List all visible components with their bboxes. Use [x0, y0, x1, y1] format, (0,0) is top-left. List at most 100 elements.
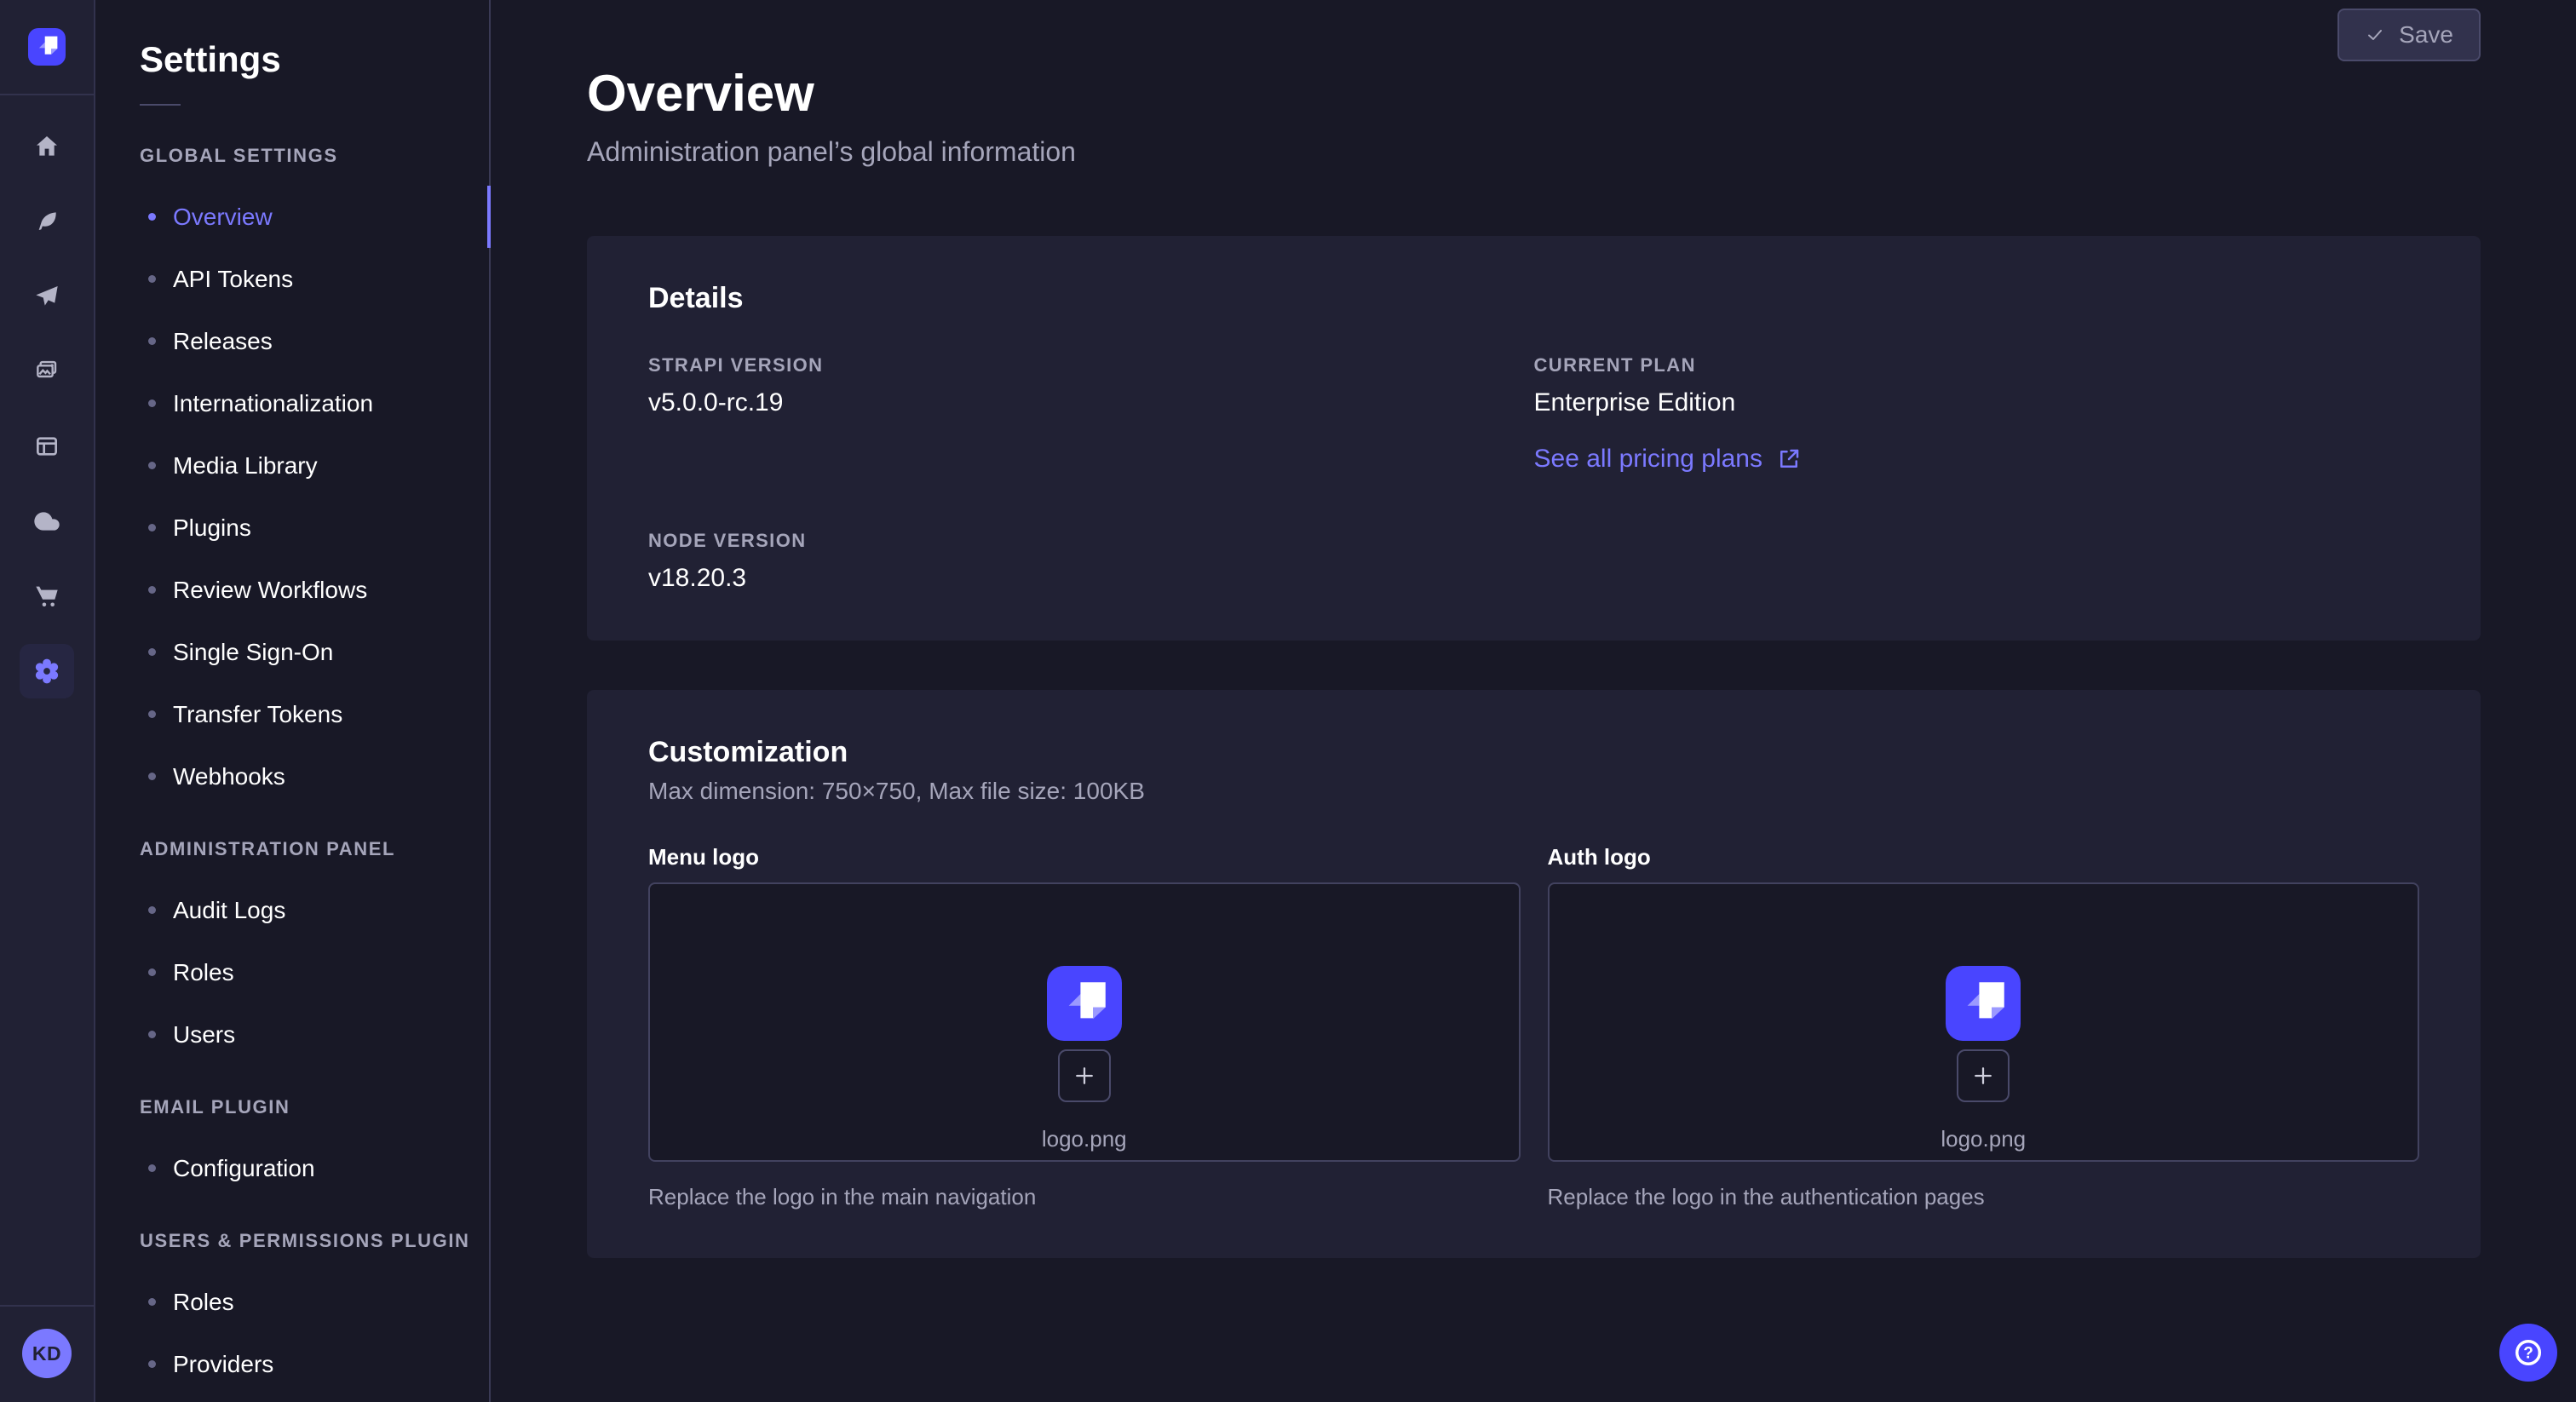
section-email-plugin: EMAIL PLUGIN: [95, 1096, 489, 1118]
field-current-plan: CURRENT PLAN Enterprise Edition See all …: [1534, 354, 2420, 474]
sidebar-title: Settings: [95, 0, 489, 80]
sidebar-item-label: Media Library: [173, 452, 318, 480]
field-label: STRAPI VERSION: [648, 354, 1534, 376]
menu-logo-caption: Replace the logo in the main navigation: [648, 1184, 1521, 1210]
sidebar-item-label: Review Workflows: [173, 577, 367, 604]
plus-icon: [1970, 1063, 1996, 1089]
bullet-icon: [148, 1360, 156, 1368]
layout-icon[interactable]: [0, 409, 94, 484]
paper-plane-icon[interactable]: [0, 259, 94, 334]
cloud-icon[interactable]: [0, 484, 94, 559]
gear-active-tile: [20, 644, 74, 698]
sidebar-item-overview[interactable]: Overview: [95, 186, 489, 248]
help-button[interactable]: ?: [2499, 1324, 2557, 1382]
sidebar-item-label: Providers: [173, 1351, 273, 1378]
field-value: v5.0.0-rc.19: [648, 388, 1534, 417]
cart-icon[interactable]: [0, 559, 94, 634]
auth-logo-label: Auth logo: [1548, 844, 2420, 871]
media-library-icon[interactable]: [0, 334, 94, 409]
auth-logo-caption: Replace the logo in the authentication p…: [1548, 1184, 2420, 1210]
bullet-icon: [148, 648, 156, 656]
sidebar-item-label: Internationalization: [173, 390, 373, 417]
check-icon: [2365, 25, 2385, 45]
sidebar-item-label: API Tokens: [173, 266, 293, 293]
strapi-logo-icon[interactable]: [28, 28, 66, 66]
sidebar-item-label: Overview: [173, 204, 273, 231]
section-administration-panel: ADMINISTRATION PANEL: [95, 838, 489, 860]
main-content: Overview Administration panel’s global i…: [491, 0, 2576, 1402]
customization-constraint: Max dimension: 750×750, Max file size: 1…: [648, 778, 2419, 805]
page-subtitle: Administration panel’s global informatio…: [587, 136, 2481, 168]
sidebar-item-label: Roles: [173, 1289, 234, 1316]
bullet-icon: [148, 524, 156, 531]
sidebar-item-internationalization[interactable]: Internationalization: [95, 372, 489, 434]
sidebar-item-email-configuration[interactable]: Configuration: [95, 1137, 489, 1199]
sidebar-item-media-library[interactable]: Media Library: [95, 434, 489, 497]
field-node-version: NODE VERSION v18.20.3: [648, 530, 1534, 593]
question-icon: ?: [2512, 1336, 2544, 1369]
feather-icon[interactable]: [0, 184, 94, 259]
sidebar-item-audit-logs[interactable]: Audit Logs: [95, 879, 489, 941]
page-title: Overview: [587, 66, 2481, 121]
settings-sidebar: Settings GLOBAL SETTINGS Overview API To…: [95, 0, 491, 1402]
strapi-logo-icon: [1047, 966, 1122, 1041]
rail-bottom: KD: [0, 1305, 94, 1402]
sidebar-item-label: Releases: [173, 328, 273, 355]
bullet-icon: [148, 710, 156, 718]
sidebar-item-label: Users: [173, 1021, 235, 1049]
sidebar-item-admin-users[interactable]: Users: [95, 1003, 489, 1066]
external-link-icon: [1776, 446, 1802, 472]
sidebar-item-label: Single Sign-On: [173, 639, 333, 666]
menu-logo-label: Menu logo: [648, 844, 1521, 871]
sidebar-item-up-providers[interactable]: Providers: [95, 1333, 489, 1395]
menu-logo-field: Menu logo logo.png: [648, 844, 1521, 1210]
sidebar-item-webhooks[interactable]: Webhooks: [95, 745, 489, 807]
sidebar-item-review-workflows[interactable]: Review Workflows: [95, 559, 489, 621]
plus-icon: [1072, 1063, 1097, 1089]
strapi-logo-icon: [1946, 966, 2021, 1041]
pricing-plans-link[interactable]: See all pricing plans: [1534, 445, 1803, 474]
logo-uploads: Menu logo logo.png: [648, 844, 2419, 1210]
auth-logo-dropzone[interactable]: logo.png: [1548, 882, 2420, 1162]
bullet-icon: [148, 586, 156, 594]
details-card: Details STRAPI VERSION v5.0.0-rc.19 CURR…: [587, 236, 2481, 641]
sidebar-title-rule: [140, 104, 181, 106]
add-logo-button[interactable]: [1058, 1049, 1111, 1102]
sidebar-item-label: Audit Logs: [173, 897, 285, 924]
sidebar-item-plugins[interactable]: Plugins: [95, 497, 489, 559]
bullet-icon: [148, 968, 156, 976]
auth-logo-field: Auth logo logo.png: [1548, 844, 2420, 1210]
bullet-icon: [148, 462, 156, 469]
add-logo-button[interactable]: [1957, 1049, 2010, 1102]
sidebar-item-single-sign-on[interactable]: Single Sign-On: [95, 621, 489, 683]
page-header: Overview Administration panel’s global i…: [587, 0, 2481, 168]
gear-icon[interactable]: [0, 634, 94, 709]
bullet-icon: [148, 1298, 156, 1306]
details-fields: STRAPI VERSION v5.0.0-rc.19 CURRENT PLAN…: [648, 354, 2419, 593]
save-button-label: Save: [2399, 21, 2453, 49]
rail-divider: [0, 1305, 94, 1307]
details-heading: Details: [648, 282, 2419, 315]
field-label: NODE VERSION: [648, 530, 1534, 552]
pricing-plans-link-label: See all pricing plans: [1534, 445, 1763, 474]
home-icon[interactable]: [0, 109, 94, 184]
save-button[interactable]: Save: [2337, 9, 2481, 61]
menu-logo-dropzone[interactable]: logo.png: [648, 882, 1521, 1162]
sidebar-item-admin-roles[interactable]: Roles: [95, 941, 489, 1003]
avatar[interactable]: KD: [22, 1329, 72, 1378]
icon-rail: KD: [0, 0, 95, 1402]
field-value: Enterprise Edition: [1534, 388, 2420, 417]
bullet-icon: [148, 275, 156, 283]
field-strapi-version: STRAPI VERSION v5.0.0-rc.19: [648, 354, 1534, 474]
sidebar-item-api-tokens[interactable]: API Tokens: [95, 248, 489, 310]
sidebar-item-transfer-tokens[interactable]: Transfer Tokens: [95, 683, 489, 745]
app-root: KD Settings GLOBAL SETTINGS Overview API…: [0, 0, 2576, 1402]
svg-text:?: ?: [2523, 1345, 2533, 1363]
customization-card: Customization Max dimension: 750×750, Ma…: [587, 690, 2481, 1258]
bullet-icon: [148, 1031, 156, 1038]
rail-logo-section: [0, 0, 94, 95]
bullet-icon: [148, 213, 156, 221]
section-users-permissions-plugin: USERS & PERMISSIONS PLUGIN: [95, 1230, 489, 1252]
sidebar-item-up-roles[interactable]: Roles: [95, 1271, 489, 1333]
sidebar-item-releases[interactable]: Releases: [95, 310, 489, 372]
